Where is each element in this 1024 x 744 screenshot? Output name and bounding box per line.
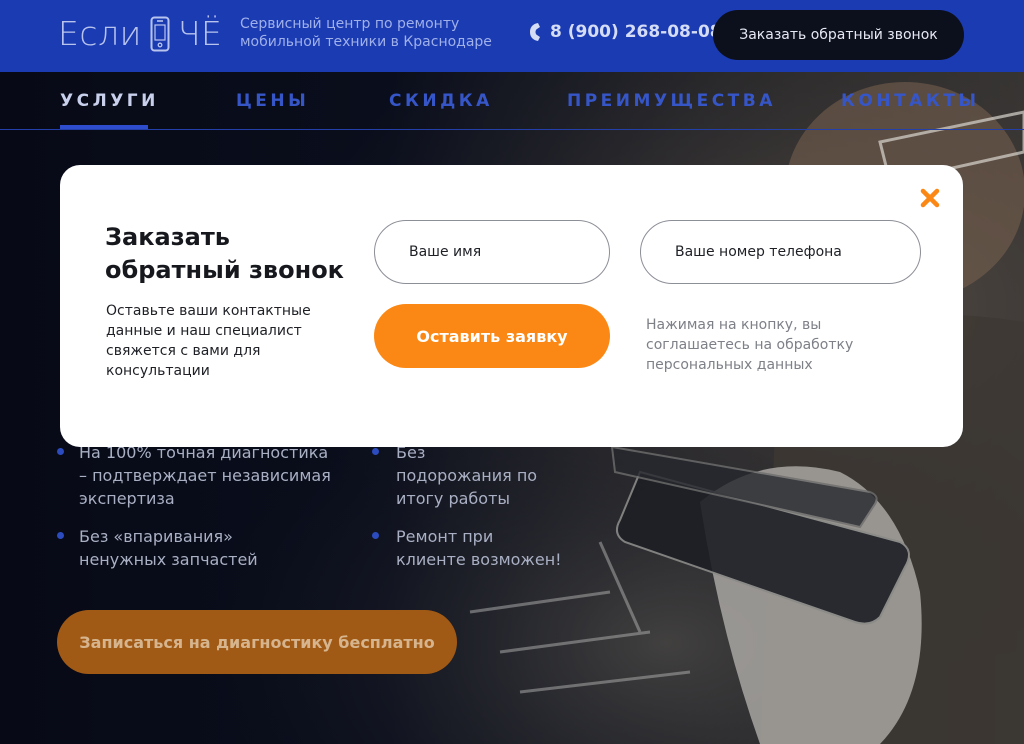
tagline: Сервисный центр по ремонту мобильной тех… [240, 16, 492, 50]
bullet-dot [372, 532, 379, 539]
nav-item-discount[interactable]: СКИДКА [389, 72, 493, 130]
modal-title: Заказать обратный звонок [105, 223, 344, 284]
nav-active-indicator [60, 125, 148, 129]
bullet-dot [57, 532, 64, 539]
handset-icon [528, 22, 542, 42]
callback-button[interactable]: Заказать обратный звонок [713, 10, 964, 60]
logo-text-right: ЧЁ [177, 14, 223, 53]
phone-number: 8 (900) 268-08-08 [550, 22, 722, 42]
nav-item-services[interactable]: УСЛУГИ [60, 72, 159, 130]
name-input[interactable] [374, 220, 610, 284]
bullet-dot [57, 448, 64, 455]
feature-item: Ремонт при клиенте возможен! [396, 527, 562, 569]
feature-item: Без «впаривания» ненужных запчастей [79, 527, 258, 569]
callback-modal: Заказать обратный звонок Оставьте ваши к… [60, 165, 963, 447]
main-nav: УСЛУГИ ЦЕНЫ СКИДКА ПРЕИМУЩЕСТВА КОНТАКТЫ [0, 72, 1024, 130]
logo[interactable]: Если ЧЁ [58, 14, 222, 54]
nav-item-advantages[interactable]: ПРЕИМУЩЕСТВА [567, 72, 776, 130]
phone-logo-icon [150, 16, 170, 52]
phone-input[interactable] [640, 220, 921, 284]
bullet-dot [372, 448, 379, 455]
nav-item-contacts[interactable]: КОНТАКТЫ [841, 72, 979, 130]
header-phone[interactable]: 8 (900) 268-08-08 [528, 22, 722, 42]
logo-text-left: Если [58, 14, 142, 53]
close-icon[interactable] [918, 186, 942, 210]
modal-description: Оставьте ваши контактные данные и наш сп… [106, 303, 311, 379]
feature-item: На 100% точная диагностика – подтверждае… [79, 443, 331, 508]
feature-item: Без подорожания по итогу работы [396, 443, 538, 508]
consent-text: Нажимая на кнопку, вы соглашаетесь на об… [646, 317, 854, 373]
free-diagnostics-button[interactable]: Записаться на диагностику бесплатно [57, 610, 457, 674]
submit-button[interactable]: Оставить заявку [374, 304, 610, 368]
nav-item-prices[interactable]: ЦЕНЫ [236, 72, 309, 130]
site-header: Если ЧЁ Сервисный центр по ремонту мобил… [0, 0, 1024, 72]
